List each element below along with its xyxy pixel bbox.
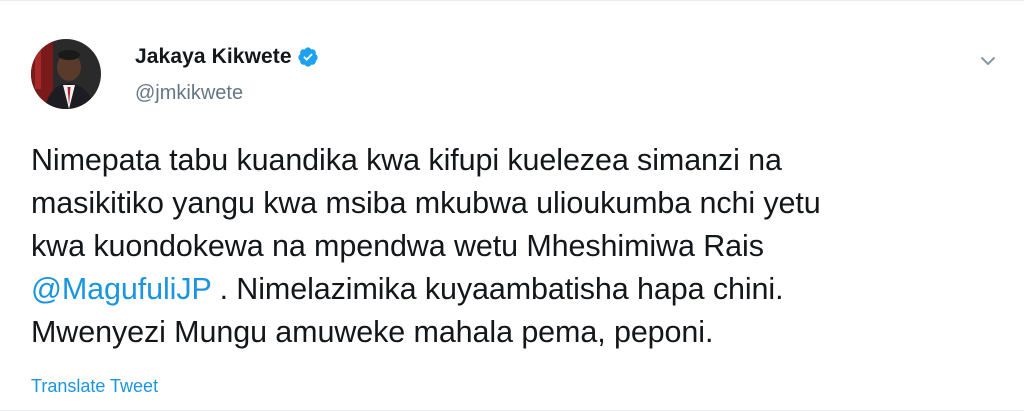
tweet-line: . Nimelazimika kuyaambatisha hapa chini. <box>219 272 784 306</box>
author-display-name[interactable]: Jakaya Kikwete <box>135 45 292 69</box>
tweet-line: Nimepata tabu kuandika kwa kifupi kuelez… <box>31 143 782 177</box>
tweet-line: Mwenyezi Mungu amuweke mahala pema, pepo… <box>31 315 714 349</box>
chevron-down-icon[interactable] <box>978 51 998 71</box>
profile-photo-icon <box>31 39 101 109</box>
author-handle[interactable]: @jmkikwete <box>135 81 243 105</box>
tweet-card: Jakaya Kikwete @jmkikwete Nimepata tabu … <box>0 0 1024 411</box>
tweet-line: kwa kuondokewa na mpendwa wetu Mheshimiw… <box>31 229 764 263</box>
mention-link[interactable]: @MagufuliJP <box>31 272 211 306</box>
tweet-text: Nimepata tabu kuandika kwa kifupi kuelez… <box>31 139 991 354</box>
translate-tweet-link[interactable]: Translate Tweet <box>31 375 158 397</box>
tweet-line: masikitiko yangu kwa msiba mkubwa uliouk… <box>31 186 821 220</box>
avatar[interactable] <box>31 39 101 109</box>
verified-badge-icon <box>297 46 319 68</box>
author-name-row[interactable]: Jakaya Kikwete <box>135 45 319 69</box>
